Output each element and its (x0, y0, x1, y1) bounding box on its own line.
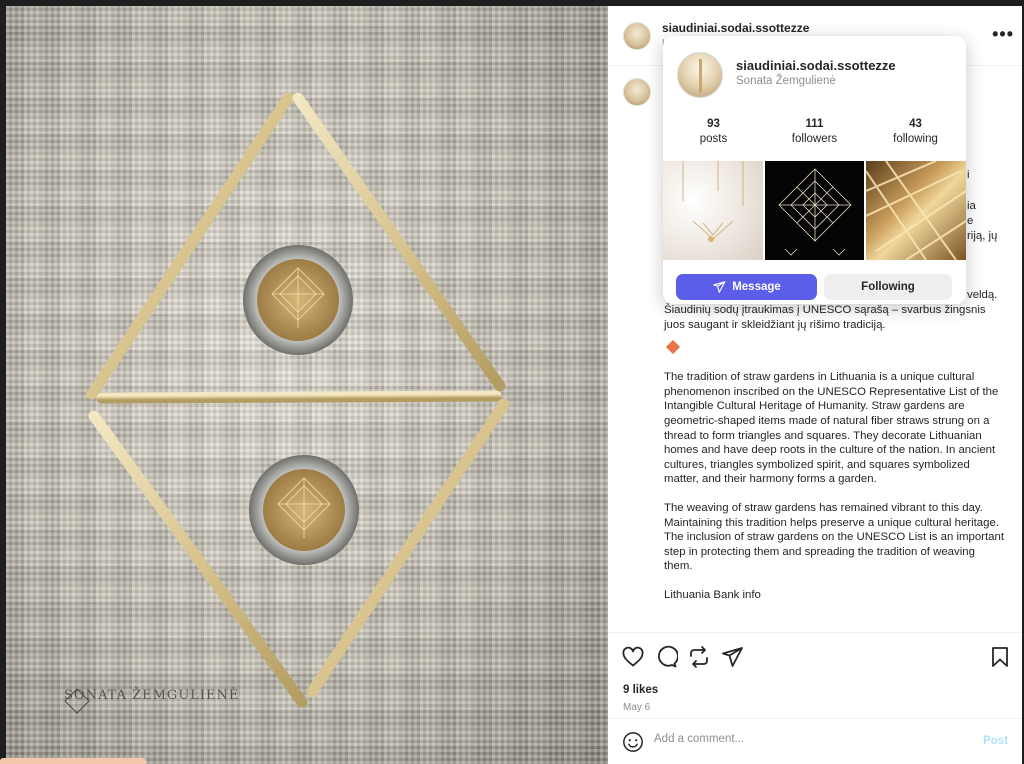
post-thumbnail[interactable] (663, 161, 763, 260)
watermark-text: SONATA ŽEMGULIENĖ (64, 688, 240, 703)
caption-peek: e (967, 215, 974, 227)
heart-icon[interactable] (621, 645, 645, 669)
send-icon (713, 281, 726, 293)
straw-stick (96, 390, 502, 404)
caption-peek: ia (967, 200, 976, 212)
more-options-button[interactable]: ••• (992, 24, 1014, 45)
profile-hover-card: siaudiniai.sodai.ssottezze Sonata Žemgul… (663, 36, 966, 304)
avatar[interactable] (677, 52, 723, 98)
comment-input[interactable] (654, 733, 954, 745)
comment-icon[interactable] (654, 645, 678, 669)
repost-icon[interactable] (687, 645, 711, 669)
stat-posts[interactable]: 93 posts (663, 118, 764, 145)
likes-count[interactable]: 9 likes (623, 684, 658, 696)
post-thumbnail[interactable] (764, 161, 865, 260)
caption-en-paragraph: The weaving of straw gardens has remaine… (664, 501, 1004, 573)
orange-diamond-icon (665, 340, 681, 355)
post-comment-button[interactable]: Post (983, 735, 1008, 747)
caption-en-paragraph: The tradition of straw gardens in Lithua… (664, 371, 999, 486)
photo-watermark: SONATA ŽEMGULIENĖ (64, 688, 240, 714)
thumbnail-art (778, 168, 852, 256)
post-image[interactable]: SONATA ŽEMGULIENĖ (6, 6, 608, 764)
bookmark-icon[interactable] (988, 645, 1012, 669)
stat-followers[interactable]: 111 followers (764, 118, 865, 145)
message-button-label: Message (732, 281, 781, 293)
watermark-diamond-icon (64, 688, 90, 714)
caption-peek: veldą. (967, 289, 998, 301)
thumbnail-art (866, 161, 966, 260)
stat-number: 111 (805, 118, 824, 130)
post-caption: Šiaudinių sodų įtraukimas į UNESCO sąraš… (664, 303, 1004, 617)
stat-following[interactable]: 43 following (865, 118, 966, 145)
caption-lt-line1: Šiaudinių sodų įtraukimas į UNESCO sąraš… (664, 304, 986, 316)
stat-label: posts (699, 133, 728, 145)
following-button[interactable]: Following (824, 274, 952, 300)
header-username[interactable]: siaudiniai.sodai.ssottezze (662, 21, 809, 35)
avatar[interactable] (623, 22, 651, 50)
straw-stick (88, 410, 308, 708)
caption-source: Lithuania Bank info (664, 588, 761, 601)
card-username[interactable]: siaudiniai.sodai.ssottezze (736, 58, 896, 73)
caption-lt-line2: juos saugant ir skleidžiant jų rišimo tr… (664, 318, 886, 331)
straw-garden-illustration (86, 92, 510, 708)
caption-peek: i (967, 169, 970, 181)
taskbar-tab-peek (0, 758, 146, 764)
caption-peek: riją, jų (967, 230, 998, 242)
post-date[interactable]: May 6 (623, 702, 650, 713)
coin (243, 245, 353, 355)
emoji-icon[interactable] (622, 731, 644, 753)
coin (249, 455, 359, 565)
thumbnail-art (682, 161, 744, 242)
stat-label: following (893, 133, 938, 145)
following-button-label: Following (861, 281, 915, 293)
stat-label: followers (791, 133, 838, 145)
message-button[interactable]: Message (676, 274, 817, 300)
share-icon[interactable] (720, 645, 744, 669)
caption-avatar[interactable] (623, 78, 651, 106)
straw-stick (86, 92, 294, 400)
stat-number: 93 (707, 118, 720, 130)
recent-posts-grid (663, 161, 966, 260)
comment-bar: Post (608, 718, 1022, 764)
post-thumbnail[interactable] (866, 161, 966, 260)
card-full-name: Sonata Žemgulienė (736, 75, 836, 87)
post-actions: 9 likes May 6 (608, 632, 1022, 722)
stat-number: 43 (909, 118, 922, 130)
profile-stats: 93 posts 111 followers 43 following (663, 118, 966, 145)
